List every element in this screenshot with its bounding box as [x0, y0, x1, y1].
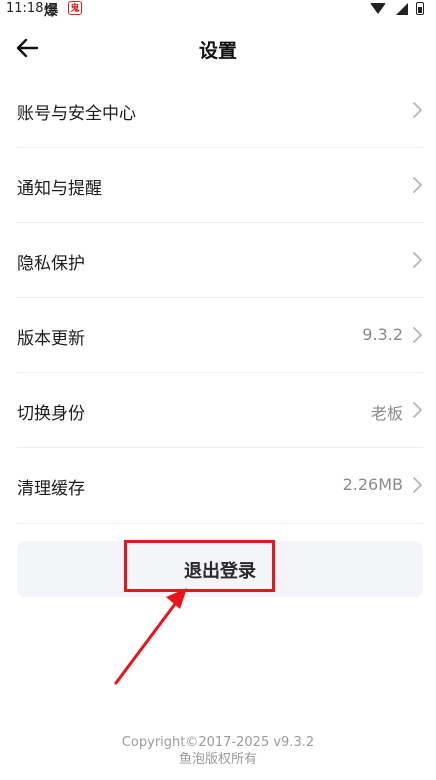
chevron-right-icon: [413, 327, 422, 343]
settings-item-switch-identity[interactable]: 切换身份 老板: [17, 373, 423, 448]
chevron-right-icon: [413, 402, 422, 418]
notification-icon: 爆: [44, 3, 58, 19]
chevron-right-icon: [413, 477, 422, 493]
annotation-highlight-box: [124, 540, 275, 592]
wifi-icon: [370, 3, 386, 14]
version-value: 9.3.2: [362, 325, 403, 344]
settings-item-label: 隐私保护: [17, 254, 85, 274]
cache-size-value: 2.26MB: [342, 475, 403, 494]
rights-text: 鱼泡版权所有: [178, 752, 257, 767]
copyright-text: Copyright©2017-2025 v9.3.2: [121, 735, 315, 750]
settings-item-label: 切换身份: [17, 404, 85, 424]
settings-item-account-security[interactable]: 账号与安全中心: [17, 73, 423, 148]
settings-list: 账号与安全中心 通知与提醒 隐私保护 版本更新 9.3.2 切换身份 老板 清理…: [17, 73, 423, 524]
app-notification-icon: 鬼: [68, 1, 82, 15]
settings-item-label: 清理缓存: [17, 479, 85, 499]
settings-item-label: 版本更新: [17, 329, 85, 349]
battery-icon: [416, 2, 424, 15]
settings-item-privacy[interactable]: 隐私保护: [17, 223, 423, 298]
settings-item-version-update[interactable]: 版本更新 9.3.2: [17, 298, 423, 373]
settings-item-label: 通知与提醒: [17, 179, 102, 199]
page-title: 设置: [198, 40, 237, 62]
chevron-right-icon: [413, 177, 422, 193]
header: 设置: [0, 26, 436, 70]
footer: Copyright©2017-2025 v9.3.2 鱼泡版权所有: [0, 734, 436, 768]
settings-item-clear-cache[interactable]: 清理缓存 2.26MB: [17, 448, 423, 524]
identity-value: 老板: [370, 404, 403, 423]
chevron-right-icon: [413, 102, 422, 118]
status-bar: 11:18 爆 鬼: [0, 0, 436, 20]
status-time: 11:18: [6, 1, 44, 16]
chevron-right-icon: [413, 252, 422, 268]
signal-icon: [396, 3, 408, 15]
settings-item-label: 账号与安全中心: [17, 104, 136, 124]
settings-item-notifications[interactable]: 通知与提醒: [17, 148, 423, 223]
